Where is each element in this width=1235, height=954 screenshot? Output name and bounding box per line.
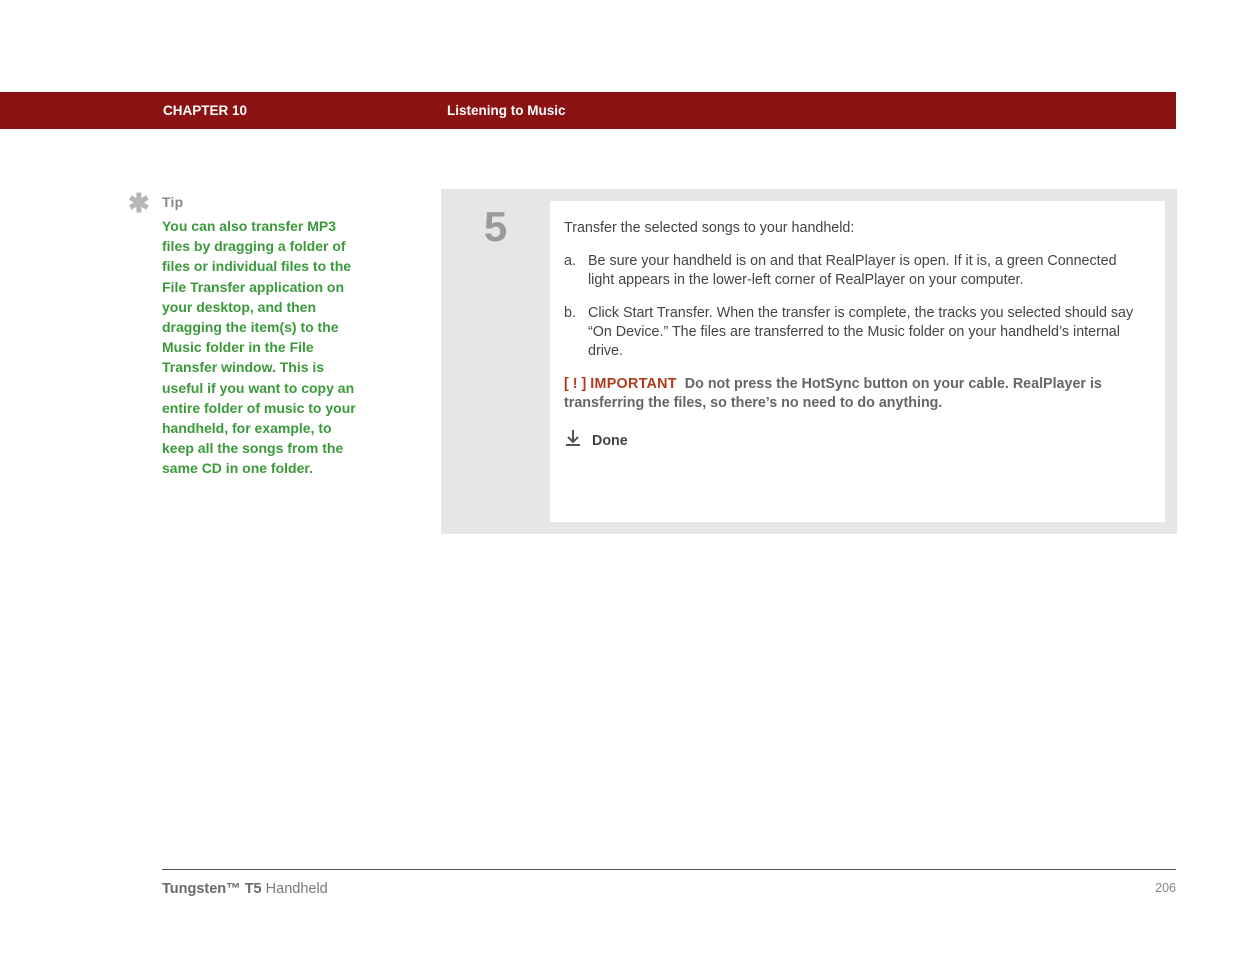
chapter-label: CHAPTER 10 — [163, 103, 247, 118]
chapter-title: Listening to Music — [447, 103, 566, 118]
step-body: Be sure your handheld is on and that Rea… — [588, 252, 1151, 290]
important-prefix: [ ! ] — [564, 376, 586, 392]
step-number: 5 — [441, 189, 550, 534]
step-marker: b. — [564, 304, 588, 361]
chapter-header: CHAPTER 10 Listening to Music — [0, 92, 1176, 129]
tip-sidebar: ✱ Tip You can also transfer MP3 files by… — [130, 194, 360, 479]
tip-label: Tip — [162, 194, 360, 210]
step-content: Transfer the selected songs to your hand… — [550, 201, 1165, 522]
footer-product-name: Tungsten™ T5 — [162, 881, 262, 897]
footer-product-rest: Handheld — [262, 881, 328, 897]
footer-page-number: 206 — [1155, 881, 1176, 897]
step-list: a. Be sure your handheld is on and that … — [564, 252, 1151, 361]
step-item-a: a. Be sure your handheld is on and that … — [564, 252, 1151, 290]
tip-text: You can also transfer MP3 files by dragg… — [162, 216, 360, 479]
done-row: Done — [564, 429, 1151, 453]
tip-text-after: . This is useful if you want to copy an … — [162, 359, 356, 476]
step-box: 5 Transfer the selected songs to your ha… — [441, 189, 1177, 534]
step-marker: a. — [564, 252, 588, 290]
asterisk-icon: ✱ — [128, 188, 150, 219]
important-label: IMPORTANT — [590, 376, 677, 392]
step-intro: Transfer the selected songs to your hand… — [564, 219, 1151, 238]
step-item-b: b. Click Start Transfer. When the transf… — [564, 304, 1151, 361]
footer-product: Tungsten™ T5 Handheld — [162, 881, 328, 897]
tip-text-before: You can also transfer MP3 files by dragg… — [162, 218, 351, 355]
page-footer: Tungsten™ T5 Handheld 206 — [162, 869, 1176, 897]
step-body: Click Start Transfer. When the transfer … — [588, 304, 1151, 361]
done-arrow-icon — [564, 429, 582, 453]
important-callout: [ ! ] IMPORTANT Do not press the HotSync… — [564, 375, 1151, 413]
done-label: Done — [592, 432, 628, 451]
